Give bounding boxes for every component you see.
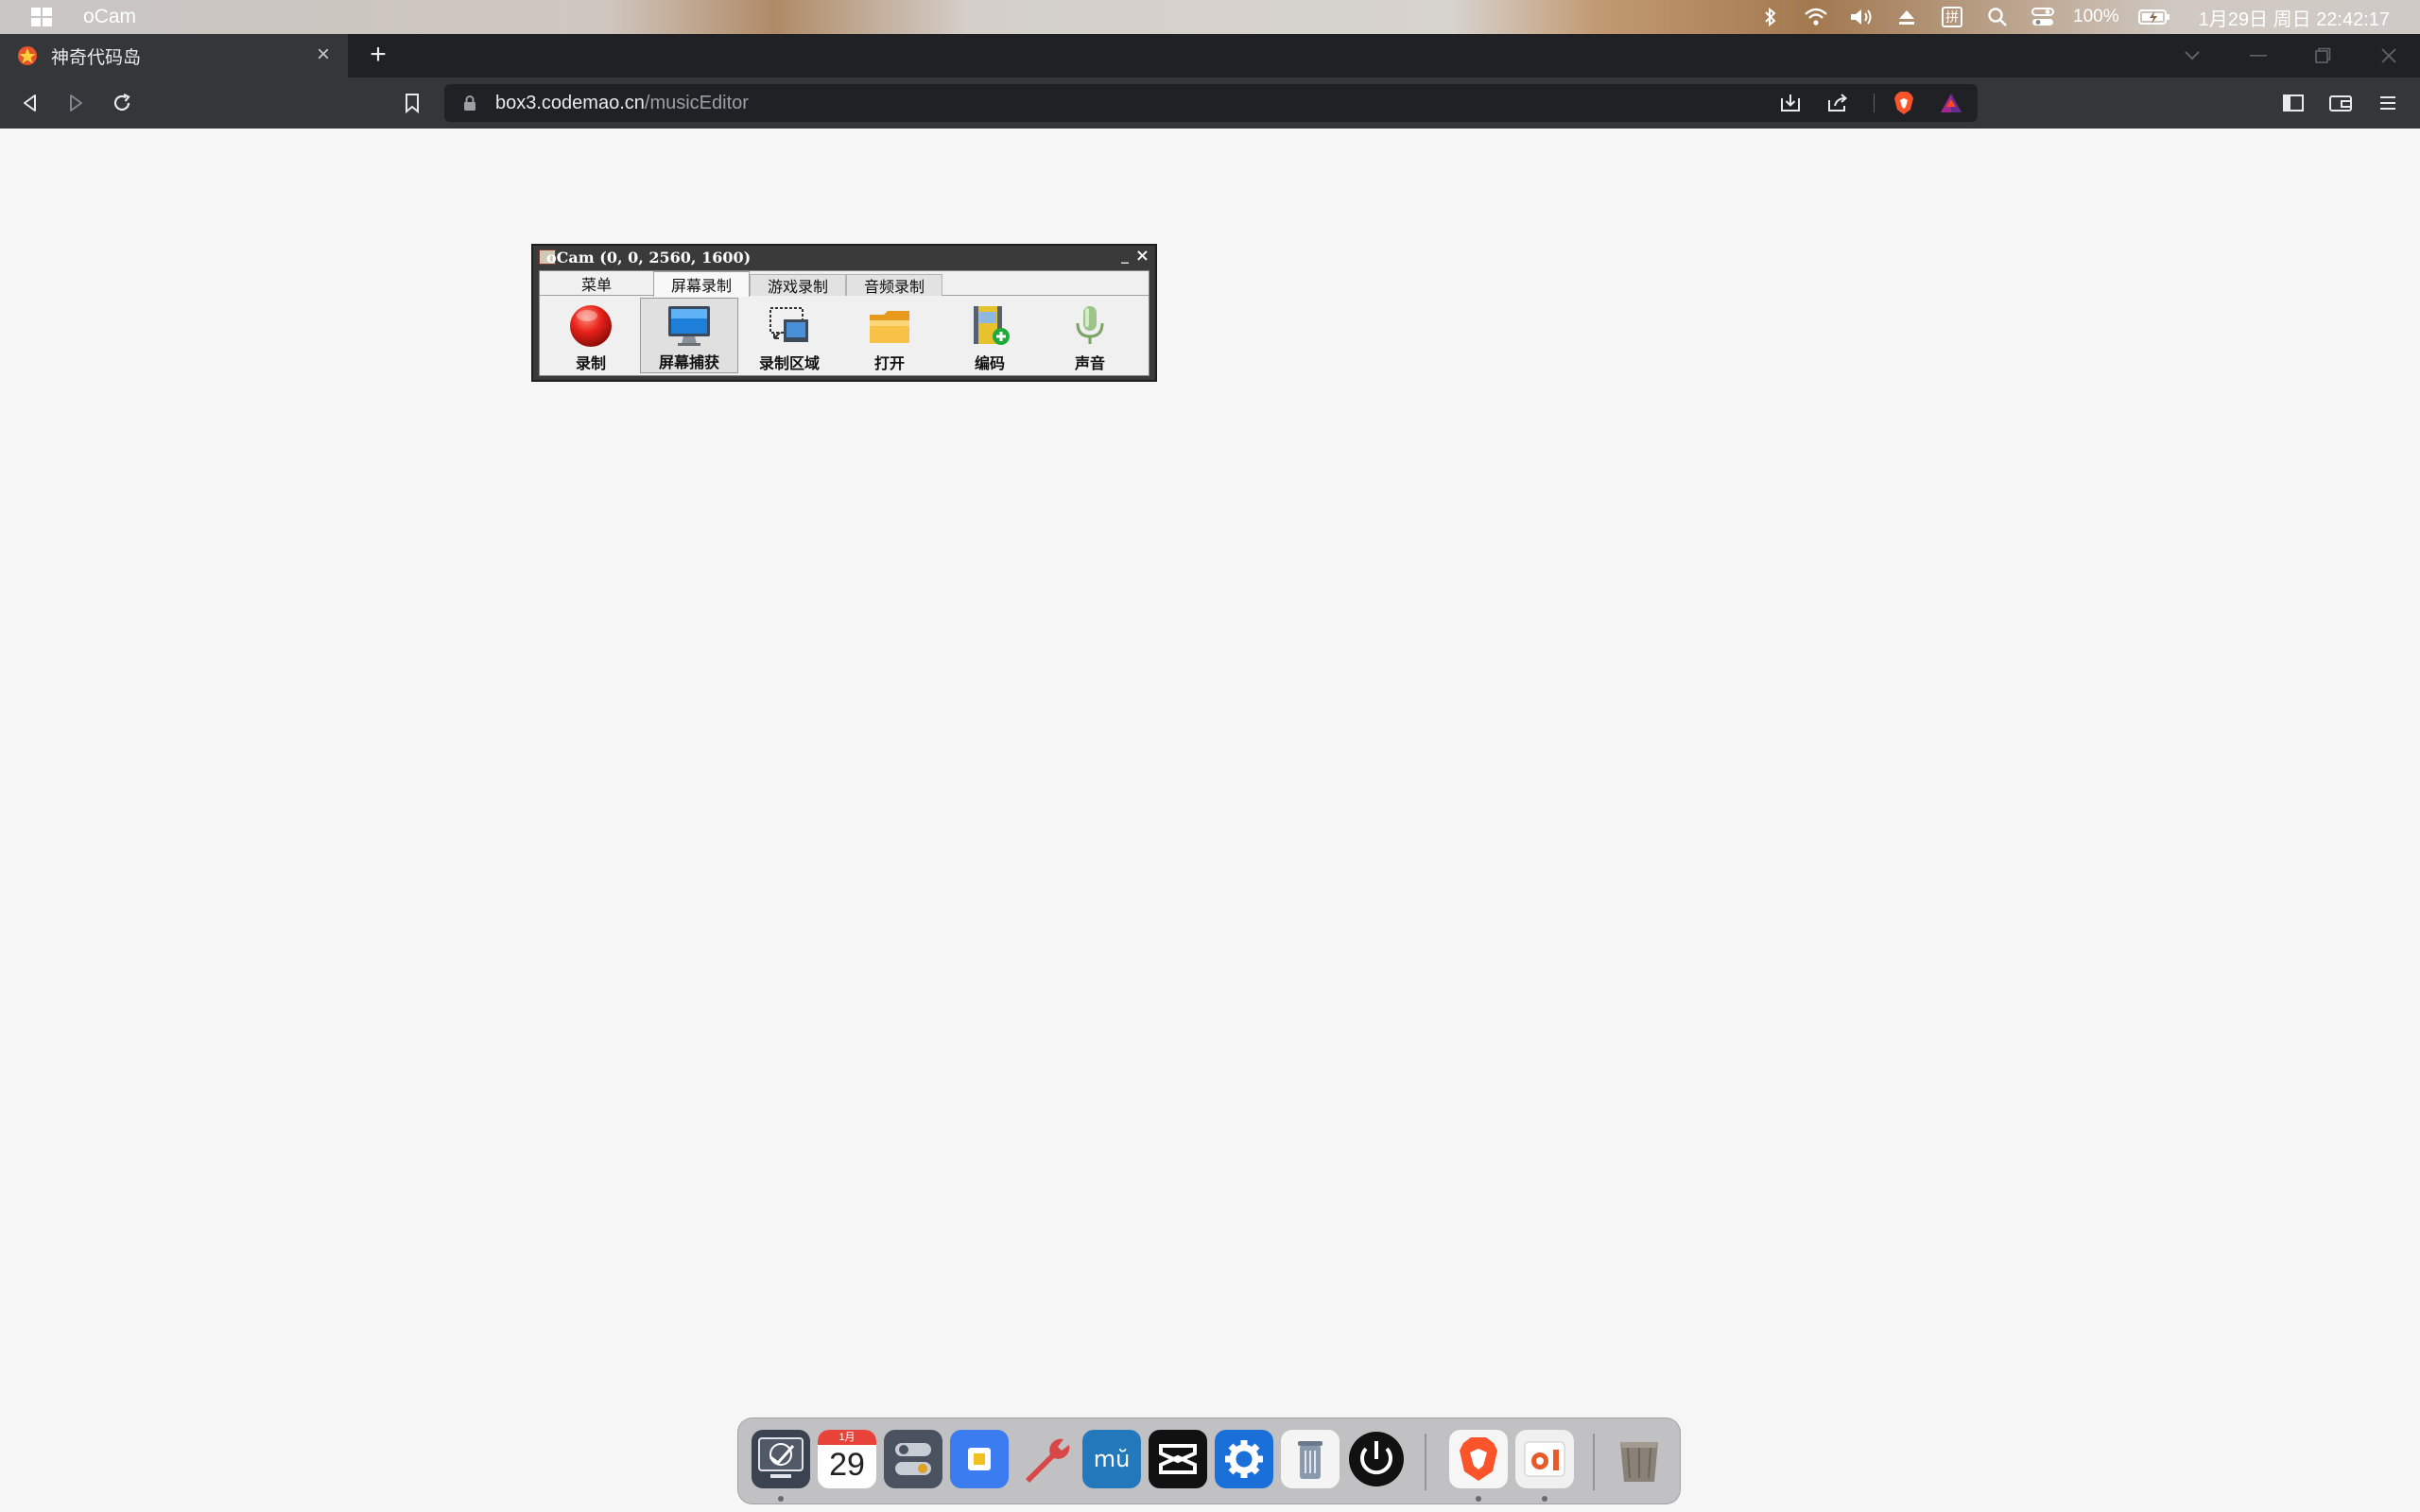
microphone-icon (1066, 303, 1114, 349)
codemao-favicon-icon (18, 46, 37, 65)
url-host: box3.codemao.cn (495, 92, 645, 113)
tab-search-chevron-icon[interactable] (2159, 34, 2225, 77)
tab-menu[interactable]: 菜单 (540, 271, 653, 296)
open-label: 打开 (873, 354, 905, 372)
input-method-label: 拼 (1942, 7, 1963, 27)
address-bar[interactable]: box3.codemao.cn/musicEditor (444, 84, 1978, 122)
dock-separator (1593, 1434, 1595, 1490)
sidebar-toggle-icon[interactable] (2278, 88, 2308, 118)
running-indicator (778, 1496, 784, 1502)
ocam-close-button[interactable]: × (1135, 246, 1150, 266)
ocam-window: oCam (0, 0, 2560, 1600) _ × 菜单 屏幕录制 游戏录制… (531, 244, 1157, 382)
ocam-toolbar: 录制 屏幕捕获 录制区域 打开 编码 声音 (540, 298, 1149, 375)
battery-percent: 100% (2073, 7, 2119, 26)
ocam-titlebar[interactable]: oCam (0, 0, 2560, 1600) _ × (533, 246, 1155, 268)
ocam-title: oCam (0, 0, 2560, 1600) (546, 248, 752, 266)
calendar-month: 1月 (818, 1430, 876, 1445)
tab-screen-recording[interactable]: 屏幕录制 (653, 271, 751, 297)
share-icon[interactable] (1824, 90, 1851, 116)
wallet-icon[interactable] (2325, 88, 2356, 118)
browser-tab-strip: 神奇代码岛 × + (0, 34, 2420, 77)
running-indicator (1542, 1496, 1547, 1502)
power-icon[interactable] (1347, 1430, 1406, 1488)
open-button[interactable]: 打开 (840, 298, 939, 373)
browser-tab[interactable]: 神奇代码岛 × (0, 34, 348, 77)
record-area-button[interactable]: 录制区域 (740, 298, 838, 373)
input-method-icon[interactable]: 拼 (1940, 5, 1964, 29)
forward-button[interactable] (60, 88, 91, 118)
ocam-tab-bar: 菜单 屏幕录制 游戏录制 音频录制 (540, 271, 1149, 297)
brave-rewards-icon[interactable] (1938, 90, 1964, 116)
tab-close-icon[interactable]: × (312, 43, 335, 67)
brave-browser-icon[interactable] (1449, 1430, 1508, 1488)
omnibox-divider (1874, 94, 1875, 112)
calendar-day: 29 (829, 1447, 865, 1483)
browser-menu-icon[interactable] (2373, 88, 2403, 118)
app-store-icon[interactable] (950, 1430, 1009, 1488)
launcher-icon[interactable] (25, 0, 59, 34)
back-button[interactable] (15, 88, 45, 118)
control-toggle-icon[interactable] (2031, 5, 2055, 29)
dock: 1月 29 mŭ (737, 1418, 1681, 1504)
new-tab-button[interactable]: + (359, 37, 397, 75)
record-area-label: 录制区域 (758, 354, 820, 372)
ocam-body: 菜单 屏幕录制 游戏录制 音频录制 录制 屏幕捕获 录制区域 打开 编码 声音 (539, 270, 1150, 376)
record-area-icon (766, 303, 813, 349)
tab-title: 神奇代码岛 (51, 47, 142, 68)
running-indicator (1476, 1496, 1481, 1502)
tab-game-recording[interactable]: 游戏录制 (750, 274, 847, 296)
record-button[interactable]: 录制 (542, 298, 640, 373)
monitor-icon (666, 304, 713, 348)
url-text: box3.codemao.cn/musicEditor (495, 93, 749, 114)
battery-icon[interactable] (2137, 5, 2171, 29)
browser-toolbar: box3.codemao.cn/musicEditor (0, 77, 2420, 129)
folder-icon (866, 303, 913, 349)
mu-editor-icon[interactable]: mŭ (1082, 1430, 1141, 1488)
active-app-name: oCam (83, 6, 137, 27)
page-content (0, 129, 2420, 1512)
record-icon (567, 303, 614, 349)
settings-gear-icon[interactable] (1215, 1430, 1273, 1488)
screen-capture-label: 屏幕捕获 (658, 353, 719, 371)
encode-label: 编码 (974, 354, 1005, 372)
window-minimize-button[interactable] (2225, 34, 2291, 77)
bookmark-button[interactable] (397, 88, 427, 118)
eject-icon[interactable] (1894, 5, 1919, 29)
sound-button[interactable]: 声音 (1041, 298, 1139, 373)
window-restore-button[interactable] (2290, 34, 2356, 77)
trash-icon[interactable] (1610, 1430, 1668, 1488)
calendar-icon[interactable]: 1月 29 (818, 1430, 876, 1488)
ocam-minimize-button[interactable]: _ (1121, 246, 1129, 264)
tab-audio-recording[interactable]: 音频录制 (846, 274, 943, 296)
bluetooth-icon[interactable] (1758, 5, 1783, 29)
system-tray: 拼 100% 1月29日 周日 22:42:17 (1748, 0, 2420, 34)
encode-button[interactable]: 编码 (941, 298, 1039, 373)
brave-shields-icon[interactable] (1891, 90, 1917, 116)
dev-tools-wrench-icon[interactable] (1016, 1430, 1075, 1488)
install-app-icon[interactable] (1777, 90, 1804, 116)
reload-button[interactable] (107, 88, 137, 118)
system-clock: 1月29日 周日 22:42:17 (2198, 9, 2390, 30)
dock-separator (1425, 1434, 1426, 1490)
control-center-icon[interactable] (884, 1430, 942, 1488)
volume-icon[interactable] (1849, 5, 1874, 29)
capcut-icon[interactable] (1149, 1430, 1207, 1488)
sound-label: 声音 (1074, 354, 1105, 372)
record-label: 录制 (575, 354, 606, 372)
desktop-launcher-icon[interactable] (752, 1430, 810, 1488)
lock-icon[interactable] (461, 94, 478, 112)
window-close-button[interactable] (2356, 34, 2420, 77)
wifi-icon[interactable] (1804, 5, 1828, 29)
search-icon[interactable] (1985, 5, 2010, 29)
encode-icon (966, 303, 1013, 349)
screen-capture-button[interactable]: 屏幕捕获 (640, 298, 738, 373)
system-top-bar: oCam 拼 100% 1月29日 周日 22:42:17 (0, 0, 2420, 34)
trash-can-files-icon[interactable] (1281, 1430, 1340, 1488)
ocam-dock-icon[interactable] (1515, 1430, 1574, 1488)
url-path: /musicEditor (644, 92, 749, 113)
